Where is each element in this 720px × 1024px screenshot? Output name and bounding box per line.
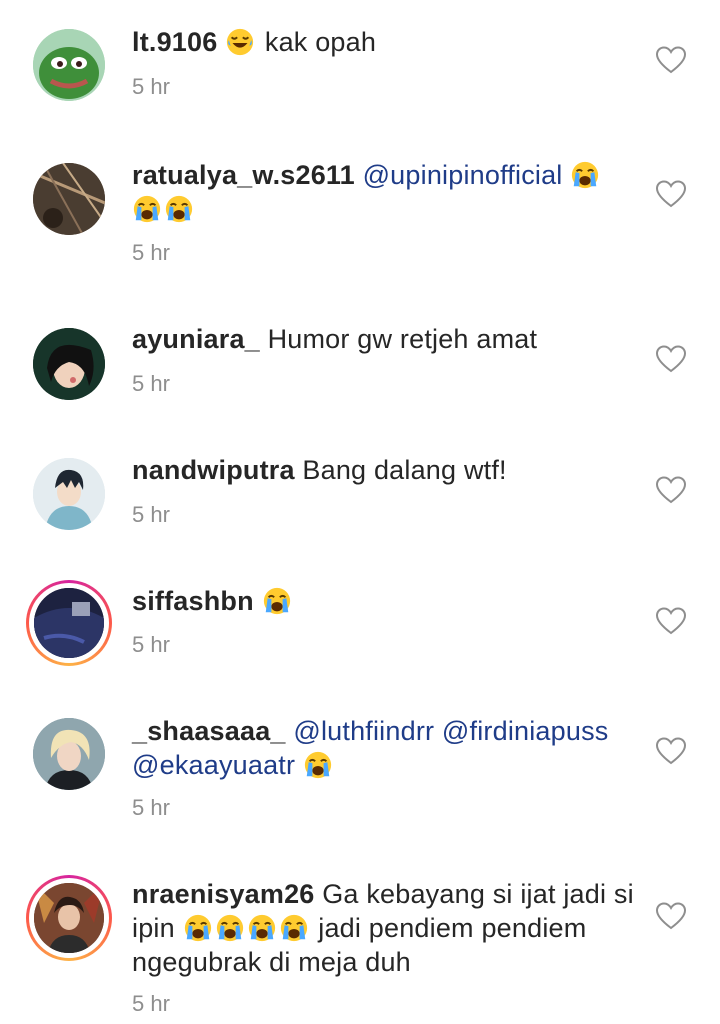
comment-text: siffashbn xyxy=(132,584,650,618)
comment-time: 5 hr xyxy=(132,240,170,265)
comment-body: ipin xyxy=(132,913,175,943)
comment-body: Ga kebayang si ijat jadi si xyxy=(322,879,634,909)
comment-username[interactable]: nraenisyam26 xyxy=(132,879,315,909)
comment-body: Bang dalang wtf! xyxy=(302,455,507,485)
comment-time: 5 hr xyxy=(132,74,170,99)
comment-body: ngegubrak di meja duh xyxy=(132,947,411,977)
cry-emoji-icon xyxy=(164,194,194,224)
cry-emoji-icon xyxy=(279,913,309,943)
heart-outline-icon[interactable] xyxy=(656,46,686,74)
avatar-with-story-ring[interactable] xyxy=(26,580,112,666)
comment-username[interactable]: ayuniara_ xyxy=(132,324,260,354)
comment-item: nraenisyam26 Ga kebayang si ijat jadi si… xyxy=(0,850,720,1024)
comment-username[interactable]: siffashbn xyxy=(132,586,254,616)
avatar[interactable] xyxy=(30,325,108,403)
mention-link[interactable]: @upinipinofficial xyxy=(363,160,563,190)
cry-emoji-icon xyxy=(183,913,213,943)
heart-outline-icon[interactable] xyxy=(656,737,686,765)
cry-emoji-icon xyxy=(247,913,277,943)
comment-time: 5 hr xyxy=(132,632,170,657)
heart-outline-icon[interactable] xyxy=(656,607,686,635)
comment-time: 5 hr xyxy=(132,795,170,820)
comment-text: lt.9106 kak opah xyxy=(132,25,650,59)
heart-outline-icon[interactable] xyxy=(656,180,686,208)
comment-time: 5 hr xyxy=(132,371,170,396)
comment-item: nandwiputra Bang dalang wtf! 5 hr xyxy=(0,426,720,556)
avatar[interactable] xyxy=(30,455,108,533)
comment-body: kak opah xyxy=(264,27,377,57)
cry-emoji-icon xyxy=(303,750,333,780)
comment-time: 5 hr xyxy=(132,991,170,1016)
comment-text: ratualya_w.s2611 @upinipinofficial xyxy=(132,158,650,226)
comment-username[interactable]: ratualya_w.s2611 xyxy=(132,160,355,190)
comment-text: ayuniara_ Humor gw retjeh amat xyxy=(132,322,650,356)
mention-link[interactable]: @ekaayuaatr xyxy=(132,750,295,780)
comment-username[interactable]: _shaasaaa_ xyxy=(132,716,286,746)
comment-time: 5 hr xyxy=(132,502,170,527)
avatar[interactable] xyxy=(30,26,108,104)
comment-item: siffashbn 5 hr xyxy=(0,556,720,686)
heart-outline-icon[interactable] xyxy=(656,902,686,930)
comment-item: ratualya_w.s2611 @upinipinofficial 5 hr xyxy=(0,130,720,290)
cry-emoji-icon xyxy=(262,586,292,616)
heart-outline-icon[interactable] xyxy=(656,345,686,373)
comment-body: Humor gw retjeh amat xyxy=(267,324,538,354)
comment-text: nandwiputra Bang dalang wtf! xyxy=(132,453,650,487)
avatar[interactable] xyxy=(30,160,108,238)
mention-link[interactable]: @firdiniapuss xyxy=(442,716,609,746)
avatar[interactable] xyxy=(30,715,108,793)
mention-link[interactable]: @luthfiindrr xyxy=(293,716,434,746)
cry-emoji-icon xyxy=(132,194,162,224)
comment-item: _shaasaaa_ @luthfiindrr @firdiniapuss @e… xyxy=(0,687,720,847)
comment-item: ayuniara_ Humor gw retjeh amat 5 hr xyxy=(0,295,720,425)
avatar-with-story-ring[interactable] xyxy=(26,875,112,961)
cry-emoji-icon xyxy=(215,913,245,943)
comment-text: _shaasaaa_ @luthfiindrr @firdiniapuss @e… xyxy=(132,714,650,782)
heart-outline-icon[interactable] xyxy=(656,476,686,504)
laugh-emoji-icon xyxy=(225,27,255,57)
comment-item: lt.9106 kak opah 5 hr xyxy=(0,0,720,130)
comment-username[interactable]: lt.9106 xyxy=(132,27,217,57)
story-ring xyxy=(26,875,112,961)
cry-emoji-icon xyxy=(570,160,600,190)
story-ring xyxy=(26,580,112,666)
comment-text: nraenisyam26 Ga kebayang si ijat jadi si… xyxy=(132,877,650,979)
comment-username[interactable]: nandwiputra xyxy=(132,455,295,485)
comment-body: jadi pendiem pendiem xyxy=(318,913,587,943)
